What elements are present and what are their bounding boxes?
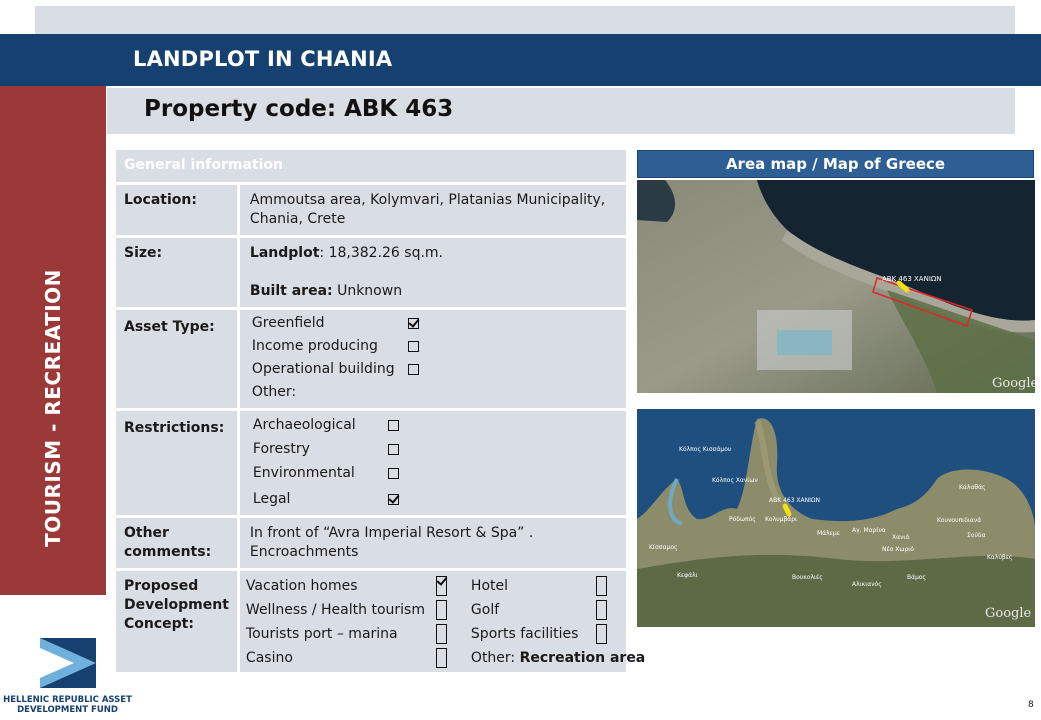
development-option-label: Golf <box>470 602 500 618</box>
table-row: Location: Ammoutsa area, Kolymvari, Plat… <box>116 185 626 235</box>
map-place-label: Αλικιανός <box>852 581 882 588</box>
location-label: Location: <box>116 185 240 235</box>
development-other-label: Other: <box>470 650 520 666</box>
map-place-label: Ρόδωπός <box>729 516 756 523</box>
map-place-label: Νέο Χωριό <box>882 546 914 553</box>
other-comments-label: Other comments: <box>116 518 240 568</box>
environmental-checkbox[interactable] <box>387 467 399 479</box>
hotel-checkbox[interactable] <box>595 576 607 596</box>
wellness-checkbox[interactable] <box>435 600 447 620</box>
sports-facilities-checkbox[interactable] <box>595 624 607 644</box>
development-other-value: Recreation area <box>519 650 646 666</box>
map-place-label: Βουκολιές <box>792 574 823 581</box>
map-place-label: Κόλπος Κισσάμου <box>679 446 732 453</box>
asset-type-label: Asset Type: <box>116 310 240 408</box>
map-place-label: Κολυμβάρι <box>765 516 797 523</box>
map-place-label: Βάμος <box>907 574 926 581</box>
table-row: Restrictions: Archaeological Forestry En… <box>116 411 626 515</box>
landplot-label: Landplot <box>249 245 320 261</box>
greece-map-image: ΑΒΚ 463 ΧΑΝΙΩΝ Κόλπος Κισσάμου Κόλπος Χα… <box>637 409 1035 627</box>
restrictions-label: Restrictions: <box>116 411 240 515</box>
asset-option-label: Income producing <box>251 338 378 354</box>
table-row: Other comments: In front of “Avra Imperi… <box>116 518 626 568</box>
table-row: Size: Landplot: 18,382.26 sq.m. Built ar… <box>116 238 626 307</box>
restriction-option-label: Archaeological <box>252 416 356 433</box>
fund-name-line2: DEVELOPMENT FUND <box>17 705 118 715</box>
development-option-label: Hotel <box>470 578 509 594</box>
top-band <box>35 6 1015 34</box>
general-info-table: General information Location: Ammoutsa a… <box>116 147 645 675</box>
size-label: Size: <box>116 238 240 307</box>
map-place-label: Αγ. Μαρίνα <box>852 527 886 534</box>
map-place-label: Χανιά <box>892 534 909 541</box>
greece-map-watermark: Google <box>985 606 1032 621</box>
development-option-label: Tourists port – marina <box>245 626 398 642</box>
general-info-heading: General information <box>116 150 626 182</box>
greenfield-checkbox[interactable] <box>407 318 419 329</box>
map-place-label: Κίσσαμος <box>649 544 678 551</box>
other-comments-value: In front of “Avra Imperial Resort & Spa”… <box>239 518 626 568</box>
area-map-watermark: Google <box>992 376 1035 391</box>
asset-option-label: Greenfield <box>251 315 325 331</box>
restriction-option-label: Legal <box>252 490 291 507</box>
fund-name-line1: HELLENIC REPUBLIC ASSET <box>3 695 132 705</box>
restrictions-options: Archaeological Forestry Environmental Le… <box>239 411 626 515</box>
category-label: TOURISM - RECREATION <box>41 269 65 547</box>
property-code: Property code: ABK 463 <box>144 96 454 122</box>
operational-building-checkbox[interactable] <box>407 364 419 375</box>
restriction-option-label: Environmental <box>252 464 355 481</box>
development-option-label: Wellness / Health tourism <box>245 602 425 618</box>
fund-logo-icon <box>40 638 96 688</box>
restriction-option-label: Forestry <box>252 440 310 457</box>
table-row: Asset Type: Greenfield Income producing … <box>116 310 626 408</box>
map-heading: Area map / Map of Greece <box>637 150 1034 178</box>
location-value: Ammoutsa area, Kolymvari, Platanias Muni… <box>239 185 626 235</box>
area-map-image: ΑΒΚ 463 ΧΑΝΙΩΝ Google <box>637 180 1035 393</box>
income-producing-checkbox[interactable] <box>407 341 419 352</box>
asset-type-options: Greenfield Income producing Operational … <box>239 310 626 408</box>
built-area-value: Unknown <box>332 283 403 299</box>
development-other: Other: Recreation area <box>470 648 645 668</box>
development-option-label: Casino <box>245 650 293 666</box>
marina-checkbox[interactable] <box>435 624 447 644</box>
map-place-label: Καλύβες <box>987 554 1013 561</box>
page-title: LANDPLOT IN CHANIA <box>133 47 393 71</box>
map-place-label: Σούδα <box>967 532 986 539</box>
map-place-label: Κουνουπιδιανά <box>937 517 981 524</box>
development-concept-label: Proposed Development Concept: <box>116 571 240 672</box>
page-number: 8 <box>1028 700 1034 710</box>
landplot-value: : 18,382.26 sq.m. <box>319 245 444 261</box>
area-map-marker-label: ΑΒΚ 463 ΧΑΝΙΩΝ <box>882 275 941 283</box>
development-option-label: Sports facilities <box>470 626 579 642</box>
table-row: Proposed Development Concept: Vacation h… <box>116 571 645 672</box>
map-place-label: Κεφάλι <box>677 572 698 579</box>
greece-map-marker-label: ΑΒΚ 463 ΧΑΝΙΩΝ <box>769 497 820 504</box>
title-bar: LANDPLOT IN CHANIA <box>0 34 1041 86</box>
golf-checkbox[interactable] <box>595 600 607 620</box>
map-place-label: Κόλπος Χανίων <box>712 477 758 484</box>
category-sidebar: TOURISM - RECREATION <box>0 86 106 595</box>
map-place-label: Καλαθάς <box>959 484 986 491</box>
vacation-homes-checkbox[interactable] <box>435 576 447 596</box>
casino-checkbox[interactable] <box>435 648 447 668</box>
asset-option-label: Operational building <box>251 361 395 377</box>
archaeological-checkbox[interactable] <box>387 419 399 431</box>
fund-name: HELLENIC REPUBLIC ASSET DEVELOPMENT FUND <box>0 695 135 715</box>
property-code-bar: Property code: ABK 463 <box>107 88 1015 134</box>
development-options: Vacation homes Hotel Wellness / Health t… <box>239 571 645 672</box>
development-option-label: Vacation homes <box>245 578 358 594</box>
built-area-label: Built area: <box>249 283 333 299</box>
legal-checkbox[interactable] <box>387 493 399 505</box>
asset-other-label: Other: <box>251 384 297 400</box>
map-place-label: Μάλεμε <box>817 530 840 537</box>
forestry-checkbox[interactable] <box>387 443 399 455</box>
